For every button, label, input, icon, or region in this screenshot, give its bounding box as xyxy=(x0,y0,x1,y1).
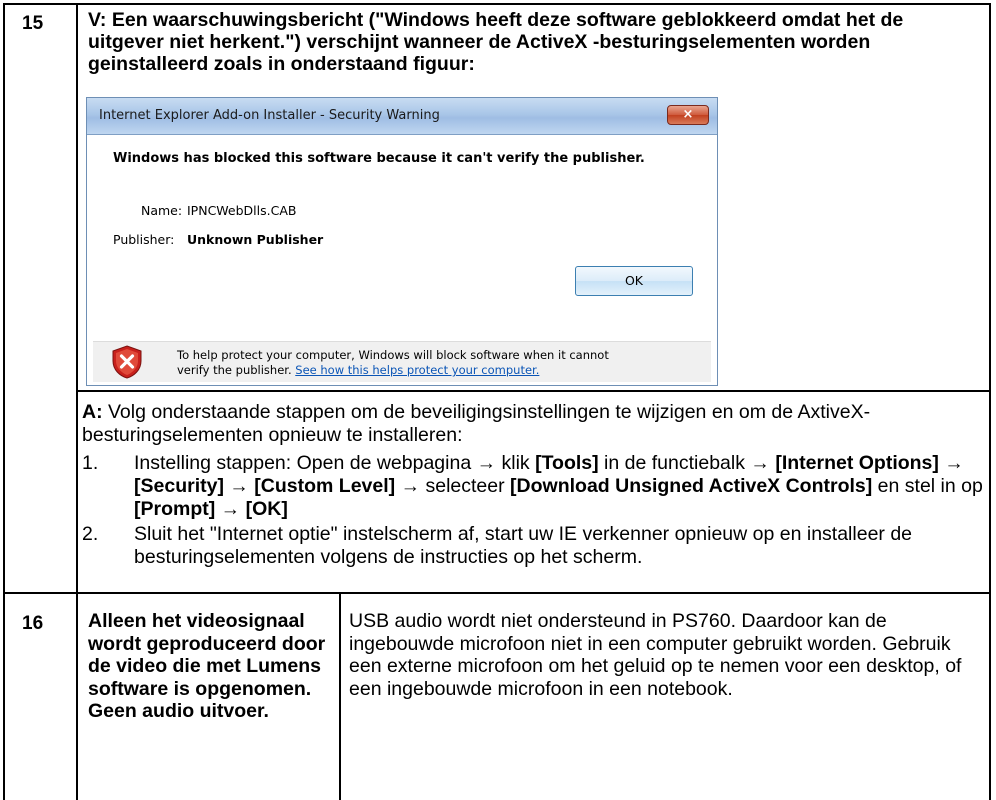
dialog-body: Windows has blocked this software becaus… xyxy=(93,135,711,341)
answer-text: Volg onderstaande stappen om de beveilig… xyxy=(82,401,871,446)
step-text: Instelling stappen: Open de webpagina → … xyxy=(134,452,994,521)
row-number-16: 16 xyxy=(22,613,44,634)
step-1-arrow-1: → xyxy=(938,452,964,474)
step-1-text-b: in de functiebalk → xyxy=(598,452,776,474)
close-button[interactable]: × xyxy=(667,105,709,125)
step-1-text-c: → selecteer xyxy=(395,475,511,497)
row-number-15: 15 xyxy=(22,13,44,34)
row-divider-question xyxy=(76,390,991,392)
help-link[interactable]: See how this helps protect your computer… xyxy=(295,363,539,377)
problem-16: Alleen het videosignaal wordt geproducee… xyxy=(88,610,326,722)
step-1-arrow-3: → xyxy=(215,498,246,520)
security-warning-dialog: Internet Explorer Add-on Installer - Sec… xyxy=(86,97,718,386)
step-1-text-a: Instelling stappen: Open de webpagina → … xyxy=(134,452,536,474)
close-icon: × xyxy=(682,107,694,122)
column-divider xyxy=(76,3,78,800)
step-1-tools: [Tools] xyxy=(535,452,599,474)
row-divider-15-16 xyxy=(3,592,991,594)
dialog-footer: To help protect your computer, Windows w… xyxy=(93,341,711,382)
step-number: 1. xyxy=(82,452,99,474)
step-1-custom-level: [Custom Level] xyxy=(254,475,396,497)
name-label: Name: xyxy=(141,203,183,218)
solution-16: USB audio wordt niet ondersteund in PS76… xyxy=(349,610,962,700)
column-divider-row16 xyxy=(339,592,341,800)
answer-prefix: A: xyxy=(82,401,103,423)
footer-line-2: verify the publisher. See how this helps… xyxy=(177,363,609,378)
dialog-title-bar: Internet Explorer Add-on Installer - Sec… xyxy=(87,98,717,135)
name-value: IPNCWebDlls.CAB xyxy=(187,203,297,218)
step-1-prompt: [Prompt] xyxy=(134,498,216,520)
step-text: Sluit het "Internet optie" instelscherm … xyxy=(134,523,913,568)
step-1-text-d: en stel in op xyxy=(872,475,983,497)
publisher-label: Publisher: xyxy=(113,232,175,247)
publisher-value: Unknown Publisher xyxy=(187,232,324,247)
answer-15: A: Volg onderstaande stappen om de bevei… xyxy=(82,401,982,447)
ok-button[interactable]: OK xyxy=(575,266,693,296)
footer-line-1: To help protect your computer, Windows w… xyxy=(177,348,609,362)
step-1-ok: [OK] xyxy=(245,498,288,520)
dialog-heading: Windows has blocked this software becaus… xyxy=(113,151,645,166)
footer-line-2-text: verify the publisher. xyxy=(177,363,292,377)
question-15: V: Een waarschuwingsbericht ("Windows he… xyxy=(88,9,904,75)
step-1-arrow-2: → xyxy=(223,475,255,497)
step-1-internet-options: [Internet Options] xyxy=(775,452,939,474)
step-number: 2. xyxy=(82,523,99,545)
shield-warning-icon xyxy=(112,345,142,379)
step-1-security: [Security] xyxy=(134,475,224,497)
dialog-footer-text: To help protect your computer, Windows w… xyxy=(177,348,609,378)
dialog-title: Internet Explorer Add-on Installer - Sec… xyxy=(99,108,440,123)
step-1-download-unsigned: [Download Unsigned ActiveX Controls] xyxy=(510,475,873,497)
